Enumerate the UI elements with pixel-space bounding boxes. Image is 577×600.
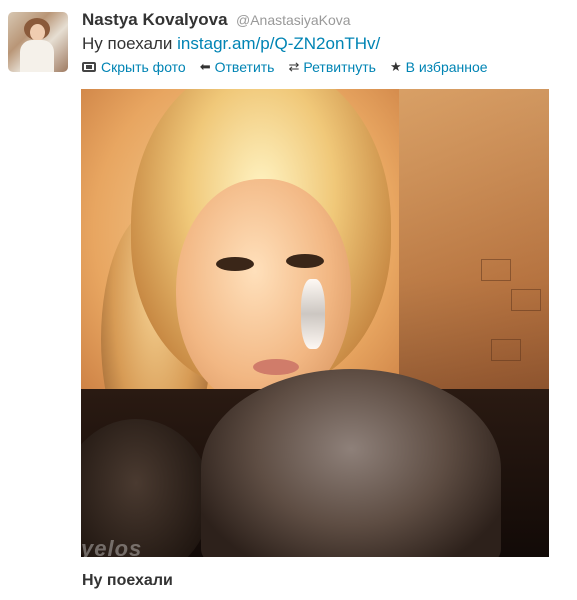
reply-label: Ответить (214, 59, 275, 75)
tweet-text-body: Ну поехали (82, 34, 173, 53)
photo-icon (82, 62, 96, 72)
photo-wall-tile (511, 289, 541, 311)
photo-lips (253, 359, 299, 375)
photo-wall-tile (481, 259, 511, 281)
retweet-icon: ⇄ (288, 59, 300, 74)
tweet-actions: Скрыть фото ⬅ Ответить ⇄ Ретвитнуть ★ В … (82, 59, 502, 75)
user-full-name[interactable]: Nastya Kovalyova (82, 10, 228, 29)
avatar-body (20, 40, 54, 72)
avatar[interactable] (8, 12, 68, 72)
photo-fur-collar (201, 369, 501, 557)
tweet-text: Ну поехали instagr.am/p/Q-ZN2onTHv/ (82, 34, 380, 54)
photo-watermark: yelos (81, 536, 143, 561)
photo-eye-left (216, 257, 254, 271)
media-caption: Ну поехали (82, 572, 173, 589)
tweet-link[interactable]: instagr.am/p/Q-ZN2onTHv/ (177, 34, 380, 53)
photo-eye-right (286, 254, 324, 268)
tweet-photo[interactable] (81, 89, 549, 557)
hide-photo-label: Скрыть фото (101, 59, 186, 75)
reply-button[interactable]: ⬅ Ответить (200, 59, 275, 75)
avatar-face (30, 24, 45, 41)
tweet-header: Nastya Kovalyova @AnastasiyaKova (82, 10, 351, 30)
star-icon: ★ (389, 59, 402, 74)
favorite-button[interactable]: ★ В избранное (390, 59, 488, 75)
reply-arrow-icon: ⬅ (199, 59, 211, 74)
user-screen-name[interactable]: @AnastasiyaKova (236, 12, 351, 28)
retweet-label: Ретвитнуть (303, 59, 376, 75)
photo-earring (301, 279, 325, 349)
hide-photo-button[interactable]: Скрыть фото (82, 59, 186, 75)
retweet-button[interactable]: ⇄ Ретвитнуть (288, 59, 375, 75)
favorite-label: В избранное (405, 59, 488, 75)
photo-wall-tile (491, 339, 521, 361)
